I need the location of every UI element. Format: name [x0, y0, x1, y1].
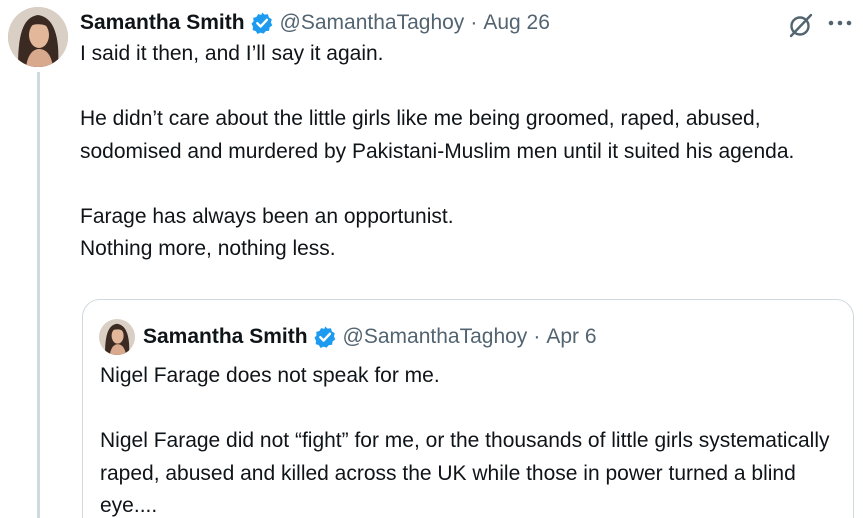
separator-dot: · — [533, 325, 541, 348]
verified-badge-icon — [313, 325, 337, 349]
quoted-tweet-paragraph: Nigel Farage did not “fight” for me, or … — [100, 429, 830, 517]
verified-badge-icon — [250, 11, 274, 35]
tweet-paragraph: Farage has always been an opportunist. — [80, 204, 454, 228]
tweet-paragraph: Nothing more, nothing less. — [80, 237, 336, 260]
quoted-tweet-date[interactable]: Apr 6 — [546, 325, 596, 349]
tweet-header: Samantha Smith @SamanthaTaghoy · Aug 26 — [80, 6, 550, 40]
thread-connector-line — [37, 72, 40, 518]
quoted-author-name[interactable]: Samantha Smith — [143, 325, 308, 349]
more-options-icon[interactable] — [826, 16, 854, 28]
quoted-author-avatar[interactable] — [99, 319, 135, 355]
tweet-date[interactable]: Aug 26 — [483, 11, 550, 35]
quoted-tweet-body: Nigel Farage does not speak for me. Nige… — [100, 360, 840, 518]
tweet-paragraph: He didn’t care about the little girls li… — [80, 107, 795, 163]
author-name[interactable]: Samantha Smith — [80, 11, 245, 35]
author-handle[interactable]: @SamanthaTaghoy — [280, 11, 465, 35]
author-avatar[interactable] — [8, 7, 68, 67]
tweet-body: I said it then, and I’ll say it again. H… — [80, 38, 850, 266]
quoted-tweet-paragraph: Nigel Farage does not speak for me. — [100, 364, 440, 387]
separator-dot: · — [470, 11, 478, 34]
grok-icon[interactable] — [788, 12, 814, 38]
quoted-tweet-header: Samantha Smith @SamanthaTaghoy · Apr 6 — [143, 320, 597, 354]
tweet-paragraph: I said it then, and I’ll say it again. — [80, 42, 384, 65]
quoted-tweet-card[interactable]: Samantha Smith @SamanthaTaghoy · Apr 6 N… — [82, 299, 854, 518]
quoted-author-handle[interactable]: @SamanthaTaghoy — [343, 325, 528, 349]
tweet-card: Samantha Smith @SamanthaTaghoy · Aug 26 … — [0, 0, 863, 518]
